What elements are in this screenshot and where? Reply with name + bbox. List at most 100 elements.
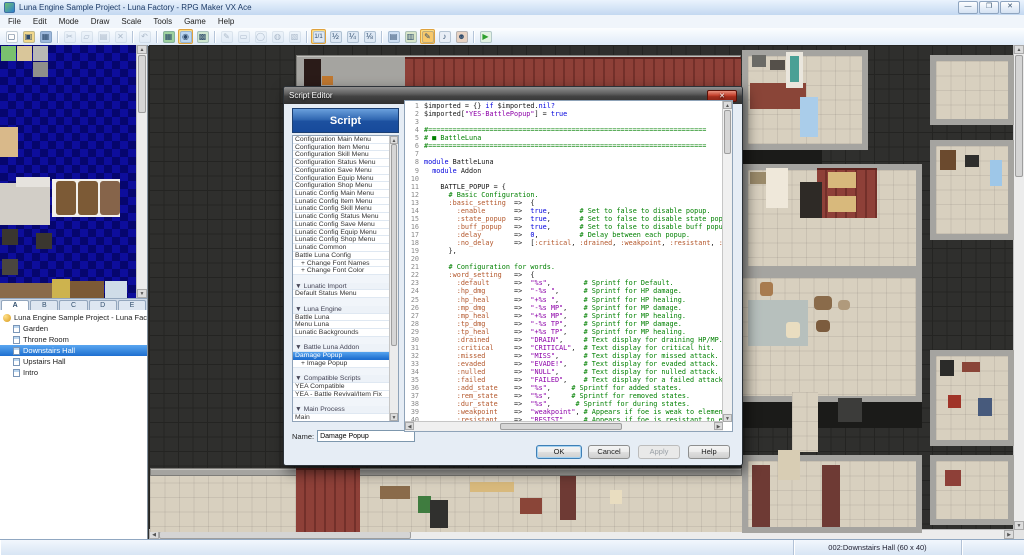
- tree-item-garden[interactable]: Garden: [0, 323, 147, 334]
- sound-test-button[interactable]: ♪: [437, 29, 452, 44]
- code-lines[interactable]: 1$imported = {} if $imported.nil?2$impor…: [405, 102, 722, 421]
- palette-tile[interactable]: [2, 229, 18, 245]
- menu-help[interactable]: Help: [212, 15, 240, 28]
- palette-tile[interactable]: [52, 279, 70, 298]
- map-mode-button[interactable]: ▦: [161, 29, 176, 44]
- palette-tile[interactable]: [56, 181, 76, 215]
- region-mode-button[interactable]: ▩: [195, 29, 210, 44]
- code-line[interactable]: 11 BATTLE_POPUP = {: [405, 183, 722, 191]
- map-hscroll-thumb[interactable]: [159, 531, 411, 539]
- palette-tile[interactable]: [33, 46, 48, 61]
- menu-file[interactable]: File: [2, 15, 27, 28]
- close-button[interactable]: ✕: [1000, 1, 1020, 14]
- script-list-item[interactable]: YEA Compatible: [293, 383, 390, 391]
- code-line[interactable]: 12 # Basic Configuration.: [405, 191, 722, 199]
- code-line[interactable]: 28 :tp_dmg => "-%s TP", # Sprintf for MP…: [405, 320, 722, 328]
- script-list-scroll-thumb[interactable]: [391, 144, 397, 346]
- code-hscroll-thumb[interactable]: [500, 423, 622, 430]
- code-line[interactable]: 23 :default => "%s", # Sprintf for Defau…: [405, 279, 722, 287]
- character-generator-button[interactable]: ☻: [454, 29, 469, 44]
- zoom-1-1-button[interactable]: 1/1: [311, 29, 326, 44]
- script-list-item[interactable]: ▼ Luna Engine: [293, 306, 390, 314]
- palette-tile[interactable]: [36, 233, 52, 249]
- script-list-item[interactable]: ▼ Main Process: [293, 406, 390, 414]
- script-list-item[interactable]: Battle Luna Config: [293, 252, 390, 260]
- maximize-button[interactable]: ❐: [979, 1, 999, 14]
- code-line[interactable]: 29 :tp_heal => "+%s TP", # Sprintf for M…: [405, 328, 722, 336]
- code-line[interactable]: 14 :enable => true, # Set to false to di…: [405, 207, 722, 215]
- code-line[interactable]: 22 :word_setting => {: [405, 271, 722, 279]
- code-line[interactable]: 39 :weakpoint => "weakpoint", # Appears …: [405, 408, 722, 416]
- script-list-item[interactable]: + Change Font Names: [293, 260, 390, 268]
- script-list-item[interactable]: Menu Luna: [293, 321, 390, 329]
- script-list-item[interactable]: Configuration Item Menu: [293, 144, 390, 152]
- save-project-button[interactable]: ▦: [38, 29, 53, 44]
- code-line[interactable]: 7: [405, 150, 722, 158]
- menu-edit[interactable]: Edit: [27, 15, 53, 28]
- palette-tile[interactable]: [0, 127, 18, 157]
- script-list-item[interactable]: Lunatic Common: [293, 244, 390, 252]
- script-list-item[interactable]: ▼ Compatible Scripts: [293, 375, 390, 383]
- code-line[interactable]: 30 :drained => "DRAIN", # Text display f…: [405, 336, 722, 344]
- tree-item-downstairs-hall[interactable]: Downstairs Hall: [0, 345, 147, 356]
- code-line[interactable]: 24 :hp_dmg => "-%s ", # Sprintf for HP d…: [405, 287, 722, 295]
- palette-tile[interactable]: [16, 177, 50, 187]
- script-list-item[interactable]: Main: [293, 414, 390, 422]
- tree-item-throne-room[interactable]: Throne Room: [0, 334, 147, 345]
- script-list-item[interactable]: Configuration Shop Menu: [293, 182, 390, 190]
- palette-tile[interactable]: [70, 281, 104, 298]
- code-line[interactable]: 8module BattleLuna: [405, 158, 722, 166]
- code-line[interactable]: 6#======================================…: [405, 142, 722, 150]
- palette-tile[interactable]: [0, 283, 52, 298]
- code-line[interactable]: 20: [405, 255, 722, 263]
- scroll-down-icon[interactable]: ▼: [723, 414, 732, 422]
- code-line[interactable]: 10: [405, 175, 722, 183]
- tileset-tab-a[interactable]: A: [1, 300, 29, 310]
- code-line[interactable]: 5# ■ BattleLuna: [405, 134, 722, 142]
- scroll-down-icon[interactable]: ▼: [390, 413, 398, 421]
- code-line[interactable]: 25 :hp_heal => "+%s ", # Sprintf for HP …: [405, 296, 722, 304]
- scroll-left-icon[interactable]: ◀: [405, 422, 414, 430]
- menu-mode[interactable]: Mode: [53, 15, 85, 28]
- scroll-right-icon[interactable]: ▶: [1004, 530, 1014, 539]
- code-line[interactable]: 19 },: [405, 247, 722, 255]
- code-line[interactable]: 2$imported["YES-BattlePopup"] = true: [405, 110, 722, 118]
- script-name-input[interactable]: [317, 430, 415, 442]
- code-line[interactable]: 16 :buff_popup => true, # Set to false t…: [405, 223, 722, 231]
- tileset-tab-d[interactable]: D: [89, 300, 117, 310]
- code-line[interactable]: 37 :rem_state => "%s", # Sprintf for rem…: [405, 392, 722, 400]
- scroll-down-icon[interactable]: ▼: [1014, 521, 1024, 530]
- zoom-1-2-button[interactable]: ½: [328, 29, 343, 44]
- map-vscroll-thumb[interactable]: [1015, 55, 1023, 177]
- database-button[interactable]: ▤: [386, 29, 401, 44]
- palette-tile[interactable]: [17, 46, 32, 61]
- code-line[interactable]: 1$imported = {} if $imported.nil?: [405, 102, 722, 110]
- open-project-button[interactable]: ▣: [21, 29, 36, 44]
- zoom-1-4-button[interactable]: ¼: [345, 29, 360, 44]
- tree-item-upstairs-hall[interactable]: Upstairs Hall: [0, 356, 147, 367]
- menu-scale[interactable]: Scale: [115, 15, 147, 28]
- palette-tile[interactable]: [0, 183, 50, 225]
- code-line[interactable]: 27 :mp_heal => "+%s MP", # Sprintf for M…: [405, 312, 722, 320]
- palette-tile[interactable]: [33, 62, 48, 77]
- script-list-item[interactable]: Lunatic Config Save Menu: [293, 221, 390, 229]
- script-list-item[interactable]: + Image Popup: [293, 360, 390, 368]
- palette-tile[interactable]: [105, 281, 127, 298]
- tree-item-intro[interactable]: Intro: [0, 367, 147, 378]
- minimize-button[interactable]: —: [958, 1, 978, 14]
- code-vscroll-thumb[interactable]: [724, 110, 731, 154]
- playtest-button[interactable]: ▶: [478, 29, 493, 44]
- code-line[interactable]: 17 :delay => 0, # Delay between each pop…: [405, 231, 722, 239]
- script-list-item[interactable]: Battle Luna: [293, 314, 390, 322]
- code-line[interactable]: 21 # Configuration for words.: [405, 263, 722, 271]
- tileset-tab-b[interactable]: B: [30, 300, 58, 310]
- script-list-item[interactable]: ▼ Battle Luna Addon: [293, 344, 390, 352]
- code-line[interactable]: 32 :missed => "MISS", # Text display for…: [405, 352, 722, 360]
- script-list-item[interactable]: Lunatic Backgrounds: [293, 329, 390, 337]
- script-list-item[interactable]: Configuration Equip Menu: [293, 175, 390, 183]
- script-list-item[interactable]: Default Status Menu: [293, 290, 390, 298]
- menu-tools[interactable]: Tools: [147, 15, 178, 28]
- code-line[interactable]: 31 :critical => "CRITICAL", # Text displ…: [405, 344, 722, 352]
- code-line[interactable]: 35 :failed => "FAILED", # Text display f…: [405, 376, 722, 384]
- code-line[interactable]: 9 module Addon: [405, 167, 722, 175]
